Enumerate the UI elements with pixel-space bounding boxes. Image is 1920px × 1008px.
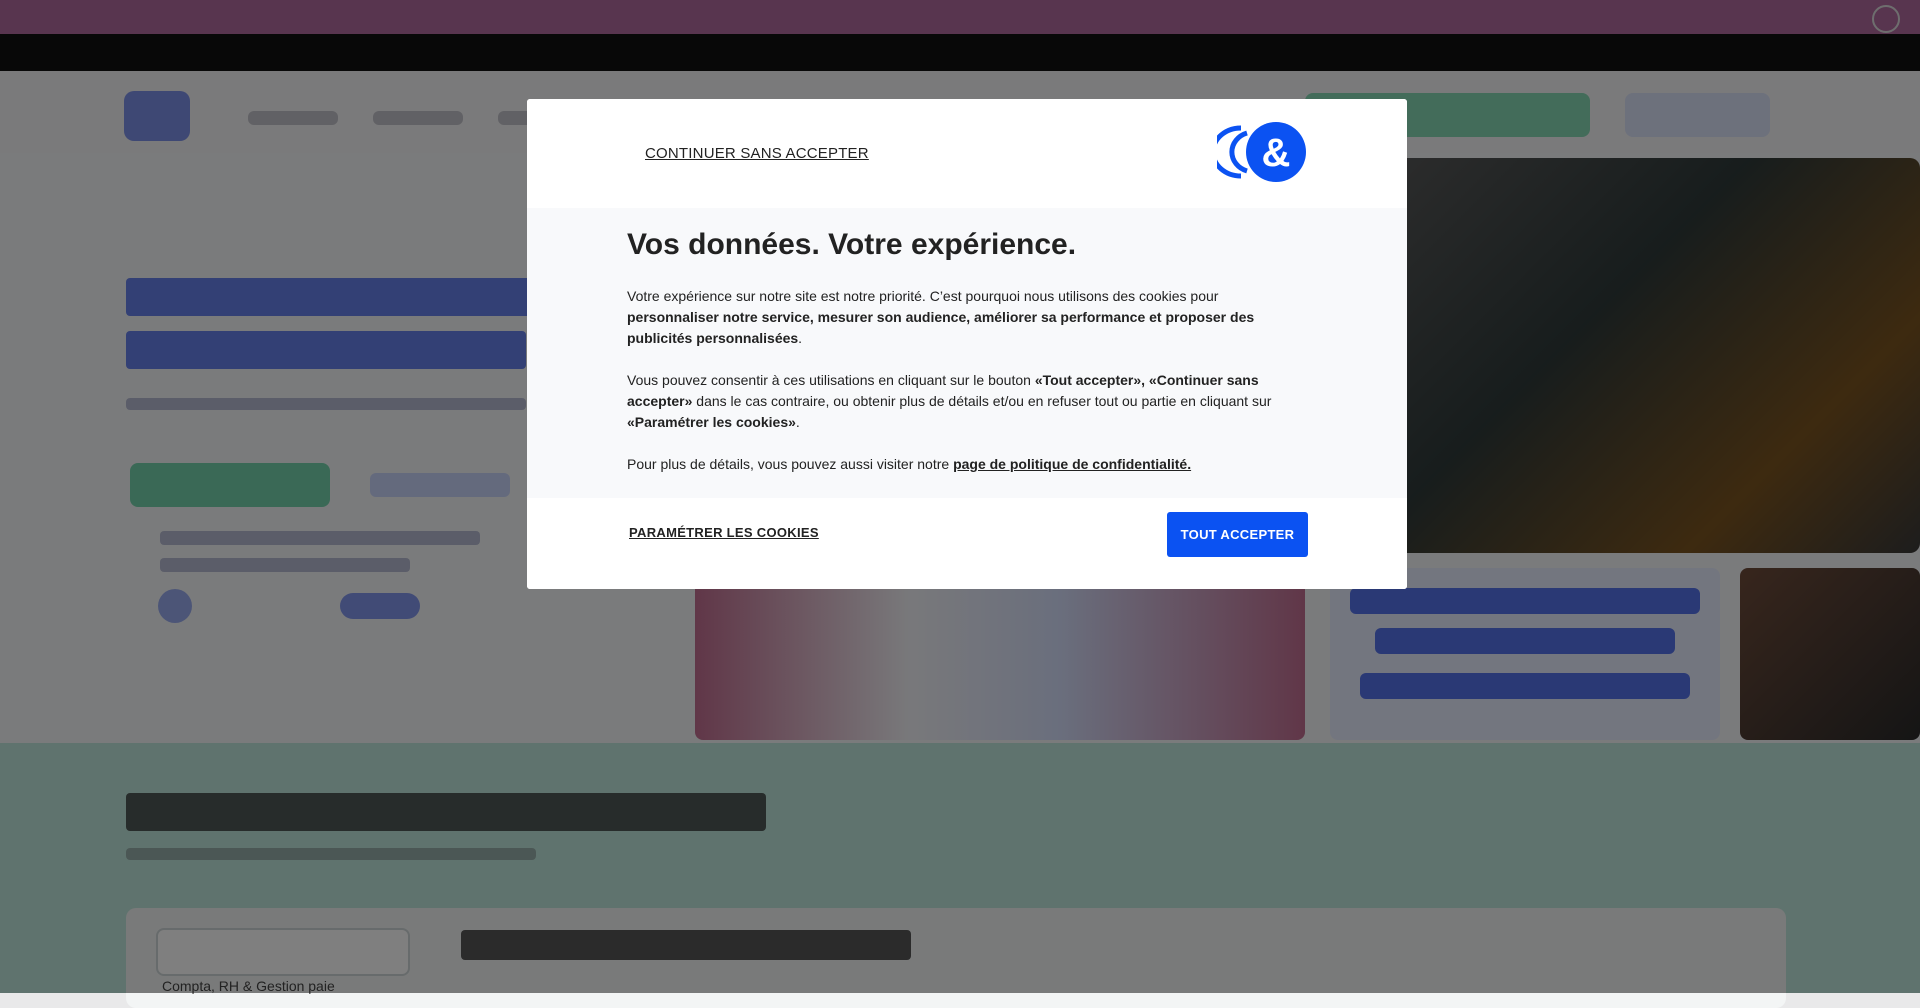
logo-glyph: & bbox=[1262, 131, 1291, 175]
consent-paragraph-2: Vous pouvez consentir à ces utilisations… bbox=[627, 370, 1307, 433]
paragraph-text: Vous pouvez consentir à ces utilisations… bbox=[627, 372, 1035, 388]
consent-paragraph-1: Votre expérience sur notre site est notr… bbox=[627, 286, 1307, 349]
paragraph-text: dans le cas contraire, ou obtenir plus d… bbox=[692, 393, 1272, 409]
dialog-body: Vos données. Votre expérience. Votre exp… bbox=[527, 208, 1407, 498]
cookie-consent-dialog: CONTINUER SANS ACCEPTER & Vos données. V… bbox=[527, 99, 1407, 589]
paragraph-text: Votre expérience sur notre site est notr… bbox=[627, 288, 1219, 304]
dialog-header: CONTINUER SANS ACCEPTER & bbox=[527, 99, 1407, 208]
dialog-title: Vos données. Votre expérience. bbox=[627, 228, 1077, 261]
paragraph-text: Pour plus de détails, vous pouvez aussi … bbox=[627, 456, 954, 472]
configure-cookies-link[interactable]: PARAMÉTRER LES COOKIES bbox=[629, 525, 819, 540]
paragraph-text: . bbox=[795, 414, 800, 430]
privacy-policy-link[interactable]: page de politique de confidentialité. bbox=[953, 456, 1191, 472]
accept-all-button[interactable]: TOUT ACCEPTER bbox=[1167, 512, 1308, 557]
paragraph-bold-text: «Paramétrer les cookies» bbox=[627, 414, 796, 430]
dialog-footer: PARAMÉTRER LES COOKIES TOUT ACCEPTER bbox=[527, 498, 1407, 589]
paragraph-bold-text: personnaliser notre service, mesurer son… bbox=[627, 309, 1255, 346]
continue-without-accepting-link[interactable]: CONTINUER SANS ACCEPTER bbox=[645, 145, 869, 162]
consent-paragraph-3: Pour plus de détails, vous pouvez aussi … bbox=[627, 454, 1307, 475]
ampersand-logo-icon: & bbox=[1217, 122, 1306, 182]
paragraph-text: . bbox=[798, 330, 803, 346]
